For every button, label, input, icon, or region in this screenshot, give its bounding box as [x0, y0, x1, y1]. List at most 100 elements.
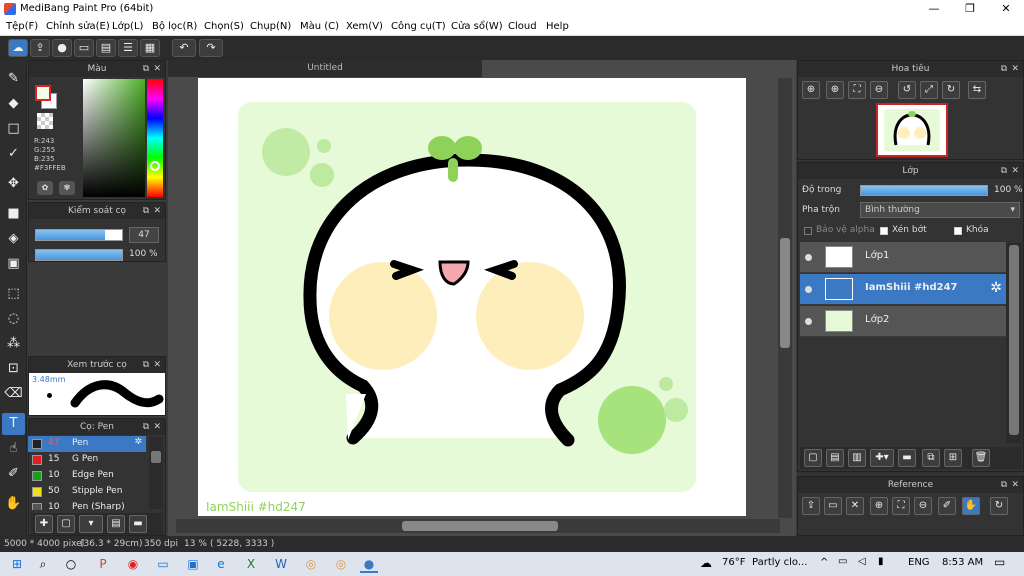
brush-size-slider[interactable]	[35, 229, 123, 241]
horizontal-scrollbar[interactable]	[176, 519, 780, 533]
palette-icon[interactable]: ✿	[37, 181, 53, 195]
close-panel-icon[interactable]: ✕	[153, 419, 161, 435]
lock-checkbox[interactable]	[954, 227, 962, 235]
menu-filter[interactable]: Bộ lọc(R)	[152, 21, 197, 32]
visibility-icon[interactable]	[805, 286, 812, 293]
chat-icon[interactable]: ●	[52, 39, 72, 57]
lasso-tool-icon[interactable]: ◌	[2, 308, 25, 330]
select-pen-tool-icon[interactable]: ⊡	[2, 358, 25, 380]
notification-icon[interactable]: ▭	[994, 555, 1005, 569]
language-indicator[interactable]: ENG	[908, 557, 930, 568]
menu-select[interactable]: Chọn(S)	[204, 21, 244, 32]
eraser-tool-icon[interactable]: ◆	[2, 93, 25, 115]
chrome-icon[interactable]: ◎	[302, 555, 320, 573]
dot-tool-icon[interactable]: □	[2, 118, 25, 140]
layer-scrollbar[interactable]	[1006, 243, 1022, 443]
operation-tool-icon[interactable]: ☝	[2, 438, 25, 460]
rotate-right-icon[interactable]: ↻	[942, 81, 960, 99]
gradient-tool-icon[interactable]: ▣	[2, 253, 25, 275]
brush-menu-icon[interactable]: ▾	[79, 515, 103, 533]
menu-capture[interactable]: Chụp(N)	[250, 21, 291, 32]
menu-color[interactable]: Màu (C)	[300, 21, 339, 32]
undock-icon[interactable]: ⧉	[143, 357, 149, 373]
monitor-icon[interactable]: ▭	[154, 555, 172, 573]
fill-rect-tool-icon[interactable]: ■	[2, 203, 25, 225]
volume-icon[interactable]: ◁	[858, 556, 866, 567]
zoom-actual-icon[interactable]: ⊕	[802, 81, 820, 99]
windows-start-icon[interactable]: ⊞	[8, 555, 26, 573]
rotate-left-icon[interactable]: ↺	[898, 81, 916, 99]
zoom-out-icon[interactable]: ⊖	[870, 81, 888, 99]
new-brush-icon[interactable]: ▢	[57, 515, 75, 533]
gear-icon[interactable]: ✲	[134, 437, 142, 447]
brush-item-edge-pen[interactable]: 10 Edge Pen	[28, 468, 146, 484]
brush-size-value[interactable]: 47	[129, 227, 159, 243]
color-wheel-icon[interactable]: ✾	[59, 181, 75, 195]
brush-settings-icon[interactable]: ▤	[107, 515, 125, 533]
excel-icon[interactable]: X	[242, 555, 260, 573]
move-tool-icon[interactable]: ✥	[2, 173, 25, 195]
visibility-icon[interactable]	[805, 254, 812, 261]
rotate-icon[interactable]: ↻	[990, 497, 1008, 515]
close-panel-icon[interactable]: ✕	[1011, 61, 1019, 77]
minimize-button[interactable]: —	[916, 0, 952, 18]
menu-help[interactable]: Help	[546, 21, 569, 32]
menu-layer[interactable]: Lớp(L)	[112, 21, 143, 32]
menu-view[interactable]: Xem(V)	[346, 21, 383, 32]
layer-item-2[interactable]: IamShiii #hd247 ✲	[800, 274, 1006, 305]
foreground-color-swatch[interactable]	[35, 85, 51, 101]
clipping-checkbox[interactable]	[880, 227, 888, 235]
close-reference-icon[interactable]: ✕	[846, 497, 864, 515]
brush-item-pen-sharp[interactable]: 10 Pen (Sharp)	[28, 500, 146, 510]
add-brush-icon[interactable]: ✚	[35, 515, 53, 533]
zoom-out-icon[interactable]: ⊖	[914, 497, 932, 515]
vertical-scrollbar[interactable]	[778, 78, 792, 518]
upload-icon[interactable]: ⇪	[30, 39, 50, 57]
grid-icon[interactable]: ▦	[140, 39, 160, 57]
undock-icon[interactable]: ⧉	[143, 419, 149, 435]
hand-tool-icon[interactable]: ✋	[2, 493, 25, 515]
hue-slider[interactable]	[147, 79, 163, 197]
folder-icon[interactable]: ▬	[898, 449, 916, 467]
medibang-icon[interactable]: ●	[360, 555, 378, 573]
brush-item-pen[interactable]: 47 Pen ✲	[28, 436, 146, 452]
close-panel-icon[interactable]: ✕	[153, 203, 161, 219]
visibility-icon[interactable]	[805, 318, 812, 325]
word-icon[interactable]: W	[272, 555, 290, 573]
brush-folder-icon[interactable]: ▬	[129, 515, 147, 533]
undock-icon[interactable]: ⧉	[1001, 163, 1007, 179]
layer-item-1[interactable]: Lớp1	[800, 242, 1006, 273]
redo-icon[interactable]: ↷	[199, 39, 223, 57]
menu-file[interactable]: Tệp(F)	[6, 21, 38, 32]
brush-tool-icon[interactable]: ✎	[2, 68, 25, 90]
battery-icon[interactable]: ▮	[878, 556, 884, 567]
menu-cloud[interactable]: Cloud	[508, 21, 537, 32]
brush-list-scrollbar[interactable]	[149, 437, 163, 509]
open-reference-icon[interactable]: ▭	[824, 497, 842, 515]
layer-item-3[interactable]: Lớp2	[800, 306, 1006, 337]
list-icon[interactable]: ☰	[118, 39, 138, 57]
new-layer-icon[interactable]: ▢	[804, 449, 822, 467]
task-view-icon[interactable]: ○	[62, 555, 80, 573]
navigator-thumbnail[interactable]	[876, 103, 948, 157]
text-tool-icon[interactable]: T	[2, 413, 25, 435]
chrome-icon-2[interactable]: ◎	[332, 555, 350, 573]
blend-mode-select[interactable]: Bình thường ▾	[860, 202, 1020, 218]
app-icon[interactable]: ◉	[124, 555, 142, 573]
delete-layer-icon[interactable]: 🗑	[972, 449, 990, 467]
search-icon[interactable]: ⌕	[34, 555, 52, 573]
fit-icon[interactable]: ⛶	[892, 497, 910, 515]
add-layer-menu-icon[interactable]: ✚▾	[870, 449, 894, 467]
undock-icon[interactable]: ⧉	[143, 203, 149, 219]
duplicate-layer-icon[interactable]: ⧉	[922, 449, 940, 467]
eyedropper-tool-icon[interactable]: ✐	[2, 463, 25, 485]
upload-reference-icon[interactable]: ⇪	[802, 497, 820, 515]
merge-layer-icon[interactable]: ⊞	[944, 449, 962, 467]
document-tab[interactable]: Untitled	[168, 60, 482, 77]
magic-wand-tool-icon[interactable]: ⁂	[2, 333, 25, 355]
brush-opacity-slider[interactable]	[35, 249, 123, 261]
hue-handle[interactable]	[150, 161, 160, 171]
transparent-swatch[interactable]	[37, 113, 53, 129]
undock-icon[interactable]: ⧉	[143, 61, 149, 77]
bucket-tool-icon[interactable]: ◈	[2, 228, 25, 250]
